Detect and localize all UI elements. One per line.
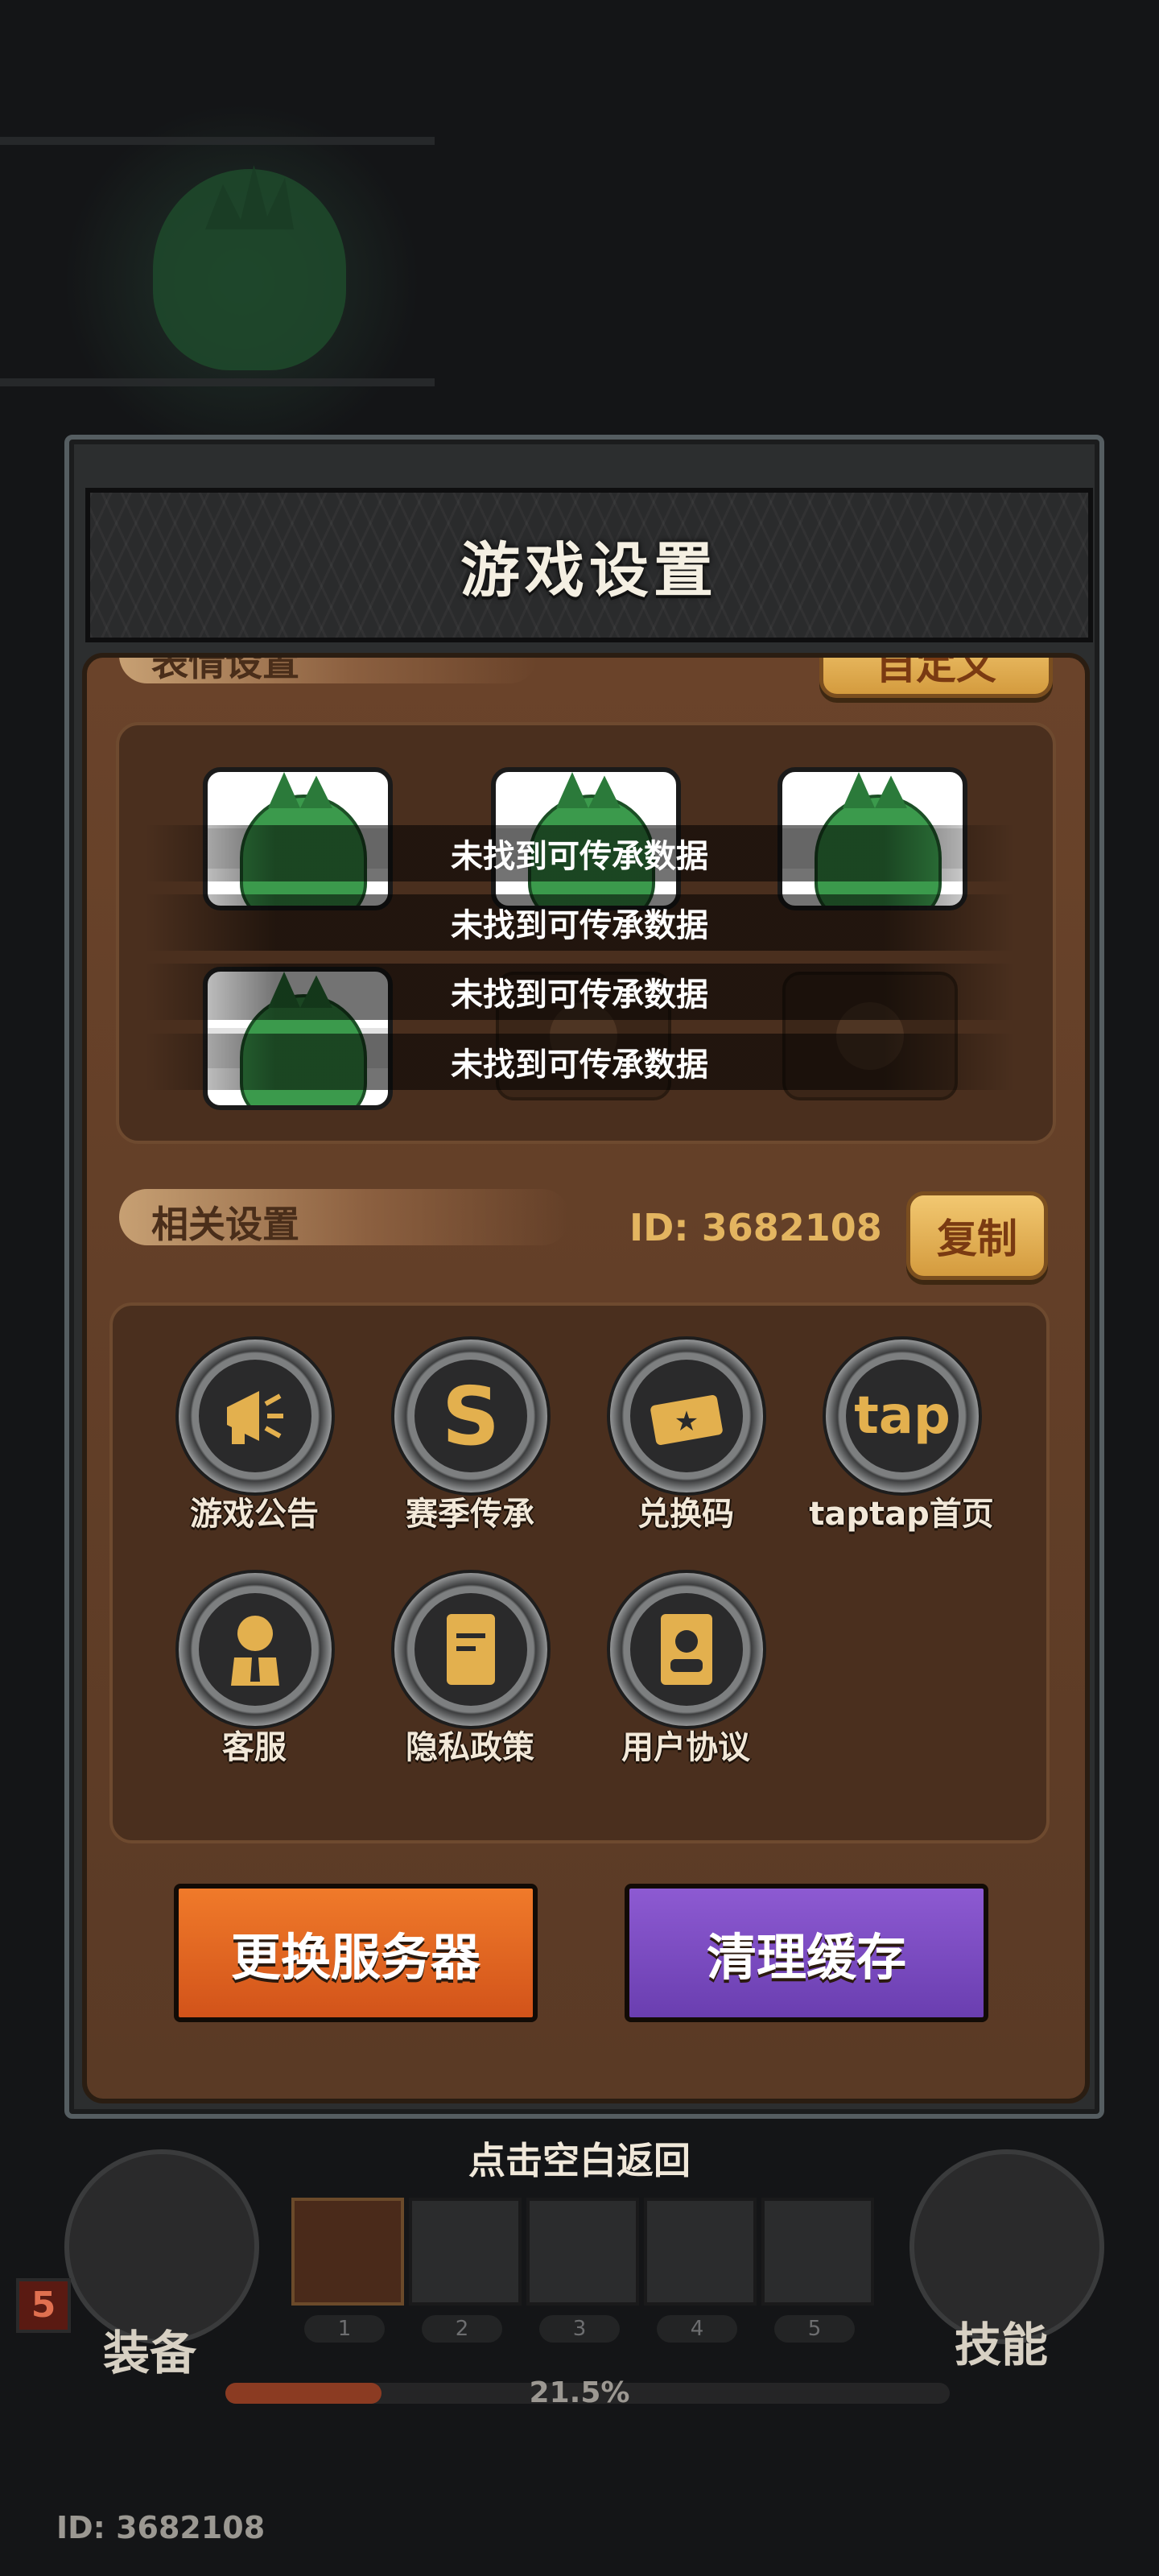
svg-text:★: ★ — [674, 1406, 699, 1438]
season-disc: S — [391, 1336, 551, 1496]
customer-service-label: 客服 — [222, 1729, 287, 1766]
taptap-homepage-button[interactable]: tap taptap首页 — [805, 1336, 998, 1554]
user-agreement-label: 用户协议 — [621, 1729, 750, 1766]
season-icon: S — [415, 1360, 527, 1472]
redeem-code-button[interactable]: ★ 兑换码 — [589, 1336, 782, 1554]
announcement-button[interactable]: 游戏公告 — [158, 1336, 351, 1554]
customer-service-icon — [199, 1593, 311, 1706]
toast-message: 未找到可传承数据 — [145, 1034, 1014, 1090]
custom-expression-button[interactable]: 自定义 — [819, 658, 1053, 698]
agreement-disc — [607, 1570, 766, 1729]
player-id-text: ID: 3682108 — [629, 1206, 882, 1249]
toast-message: 未找到可传承数据 — [145, 894, 1014, 951]
clear-cache-button[interactable]: 清理缓存 — [625, 1884, 988, 2022]
slot-number: 3 — [539, 2315, 620, 2343]
skill-slot-1[interactable] — [291, 2198, 404, 2306]
skill-slot-5[interactable] — [761, 2198, 874, 2306]
announcement-disc — [175, 1336, 335, 1496]
copy-id-button[interactable]: 复制 — [906, 1191, 1048, 1280]
id-card-icon — [630, 1593, 743, 1706]
taptap-homepage-label: taptap首页 — [809, 1496, 994, 1533]
toast-message: 未找到可传承数据 — [145, 964, 1014, 1020]
dialog-header: 游戏设置 — [85, 488, 1093, 642]
privacy-policy-button[interactable]: 隐私政策 — [373, 1570, 567, 1787]
skill-slot-3[interactable] — [526, 2198, 639, 2306]
slot-number: 2 — [422, 2315, 502, 2343]
taptap-disc: tap — [823, 1336, 982, 1496]
bottom-player-id: ID: 3682108 — [56, 2510, 266, 2545]
dialog-title: 游戏设置 — [460, 535, 718, 605]
toast-message: 未找到可传承数据 — [145, 825, 1014, 881]
slot-number: 5 — [774, 2315, 855, 2343]
taptap-icon: tap — [846, 1360, 959, 1472]
user-agreement-button[interactable]: 用户协议 — [589, 1570, 782, 1787]
level-badge: 5 — [16, 2278, 71, 2333]
skill-slot-2[interactable] — [409, 2198, 522, 2306]
privacy-policy-label: 隐私政策 — [406, 1729, 534, 1766]
customer-service-disc — [175, 1570, 335, 1729]
change-server-button[interactable]: 更换服务器 — [174, 1884, 538, 2022]
equipment-label: 装备 — [103, 2326, 197, 2380]
season-inheritance-button[interactable]: S 赛季传承 — [373, 1336, 567, 1554]
ticket-icon: ★ — [630, 1360, 743, 1472]
skill-label: 技能 — [955, 2318, 1049, 2372]
privacy-disc — [391, 1570, 551, 1729]
related-section-strip: 相关设置 — [119, 1189, 570, 1246]
announcement-label: 游戏公告 — [190, 1496, 319, 1533]
redeem-disc: ★ — [607, 1336, 766, 1496]
expression-section-strip: 表情设置 — [119, 658, 538, 684]
customer-service-button[interactable]: 客服 — [158, 1570, 351, 1787]
progress-text: 21.5% — [529, 2376, 630, 2409]
document-icon — [415, 1593, 527, 1706]
megaphone-icon — [199, 1360, 311, 1472]
expression-section-label: 表情设置 — [151, 653, 299, 684]
slot-number: 4 — [657, 2315, 737, 2343]
related-section-label: 相关设置 — [151, 1203, 299, 1246]
slot-number: 1 — [304, 2315, 385, 2343]
season-inheritance-label: 赛季传承 — [406, 1496, 534, 1533]
skill-slot-4[interactable] — [644, 2198, 757, 2306]
redeem-code-label: 兑换码 — [637, 1496, 734, 1533]
